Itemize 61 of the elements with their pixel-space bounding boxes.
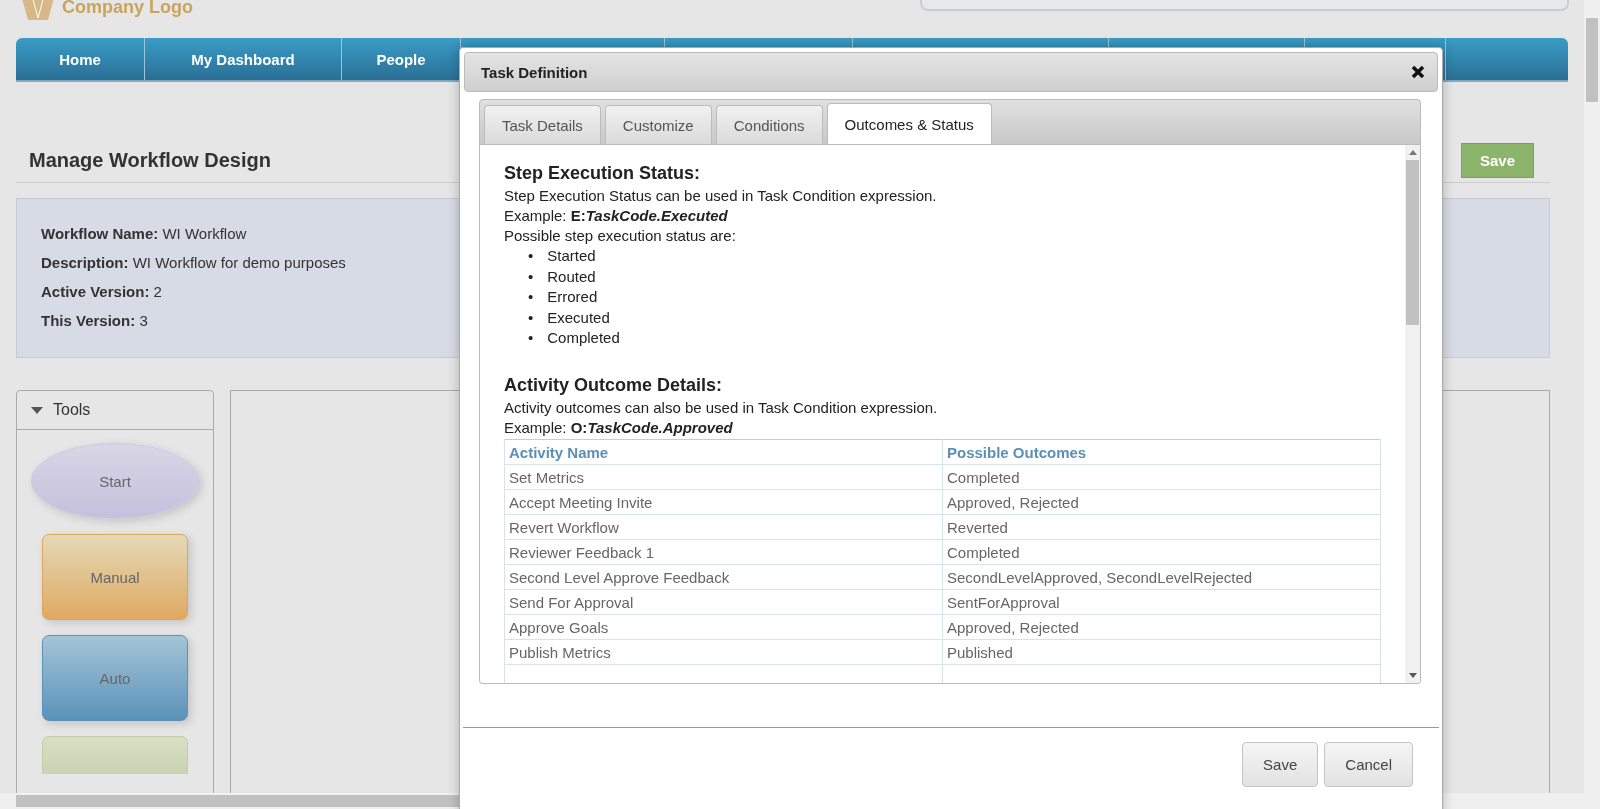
cancel-button[interactable]: Cancel xyxy=(1324,742,1413,787)
nav-item[interactable]: Home xyxy=(16,38,145,80)
status-item: Errored xyxy=(547,287,598,307)
dialog-title: Task Definition xyxy=(481,63,589,81)
vertical-scrollbar[interactable] xyxy=(1584,0,1600,809)
section-heading: Step Execution Status: xyxy=(504,163,702,184)
page-title: Manage Workflow Design xyxy=(29,148,271,172)
tab[interactable]: Conditions xyxy=(715,105,823,144)
table-cell: Set Metrics xyxy=(504,464,943,489)
scroll-up-icon[interactable] xyxy=(1408,150,1417,155)
description-text: Activity outcomes can also be used in Task Condition expression. xyxy=(504,398,939,416)
content-scrollbar[interactable] xyxy=(1405,145,1420,683)
bullet-text: • xyxy=(528,246,534,266)
table-cell: Completed xyxy=(942,464,1381,489)
manual-tool[interactable]: Manual xyxy=(42,534,188,620)
auto-tool[interactable]: Auto xyxy=(42,635,188,721)
logo-text: Company Logo xyxy=(62,0,193,18)
table-cell: Accept Meeting Invite xyxy=(504,489,943,514)
close-icon[interactable] xyxy=(1411,65,1425,79)
bullet-text: • xyxy=(528,307,534,328)
table-cell: Completed xyxy=(942,539,1381,564)
table-cell: Reviewer Feedback 1 xyxy=(504,539,943,564)
table-cell: SentForApproval xyxy=(942,589,1381,614)
column-header: Possible Outcomes xyxy=(942,439,1381,464)
description-text: Step Execution Status can be used in Task Condition expression. xyxy=(504,187,938,204)
list-intro: Possible step execution status are: xyxy=(504,227,737,244)
table-cell: Revert Workflow xyxy=(504,514,943,539)
save-button[interactable]: Save xyxy=(1460,142,1534,178)
table-cell: Publish Metrics xyxy=(504,639,943,664)
scroll-down-icon[interactable] xyxy=(1408,673,1417,678)
bullet-text: • xyxy=(528,287,534,307)
table-cell: Approved, Rejected xyxy=(942,489,1381,514)
caret-icon[interactable] xyxy=(31,406,43,414)
tab[interactable]: Customize xyxy=(604,105,712,144)
start-tool[interactable]: Start xyxy=(31,443,199,519)
section-heading: Activity Outcome Details: xyxy=(504,374,724,396)
status-item: Routed xyxy=(547,266,596,287)
bullet-text: • xyxy=(528,328,534,348)
table-cell: Approved, Rejected xyxy=(942,614,1381,639)
nav-item[interactable]: My Dashboard xyxy=(145,38,342,80)
info-field: Description: WI Workflow for demo purposes xyxy=(41,254,346,271)
table-cell: Published xyxy=(942,639,1381,664)
info-field: Workflow Name: WI Workflow xyxy=(41,225,247,242)
tab[interactable]: Task Details xyxy=(484,105,601,144)
example-text: Example: E:TaskCode.Executed xyxy=(504,207,729,224)
table-cell: Send For Approval xyxy=(504,589,943,614)
status-item: Started xyxy=(547,246,596,266)
status-item: Completed xyxy=(547,328,620,348)
table-cell: Reverted xyxy=(942,514,1381,539)
tab[interactable]: Outcomes & Status xyxy=(826,103,992,144)
status-item: Executed xyxy=(547,307,610,328)
column-header: Activity Name xyxy=(504,439,943,464)
table-cell: SecondLevelApproved, SecondLevelRejected xyxy=(942,564,1381,589)
tools-title: Tools xyxy=(53,401,91,419)
table-cell: Second Level Approve Feedback xyxy=(504,564,943,589)
info-field: This Version: 3 xyxy=(41,312,148,329)
save-button[interactable]: Save xyxy=(1242,742,1319,787)
bullet-text: • xyxy=(528,266,534,287)
info-field: Active Version: 2 xyxy=(41,283,162,300)
example-text: Example: O:TaskCode.Approved xyxy=(504,418,734,436)
table-cell: Approve Goals xyxy=(504,614,943,639)
